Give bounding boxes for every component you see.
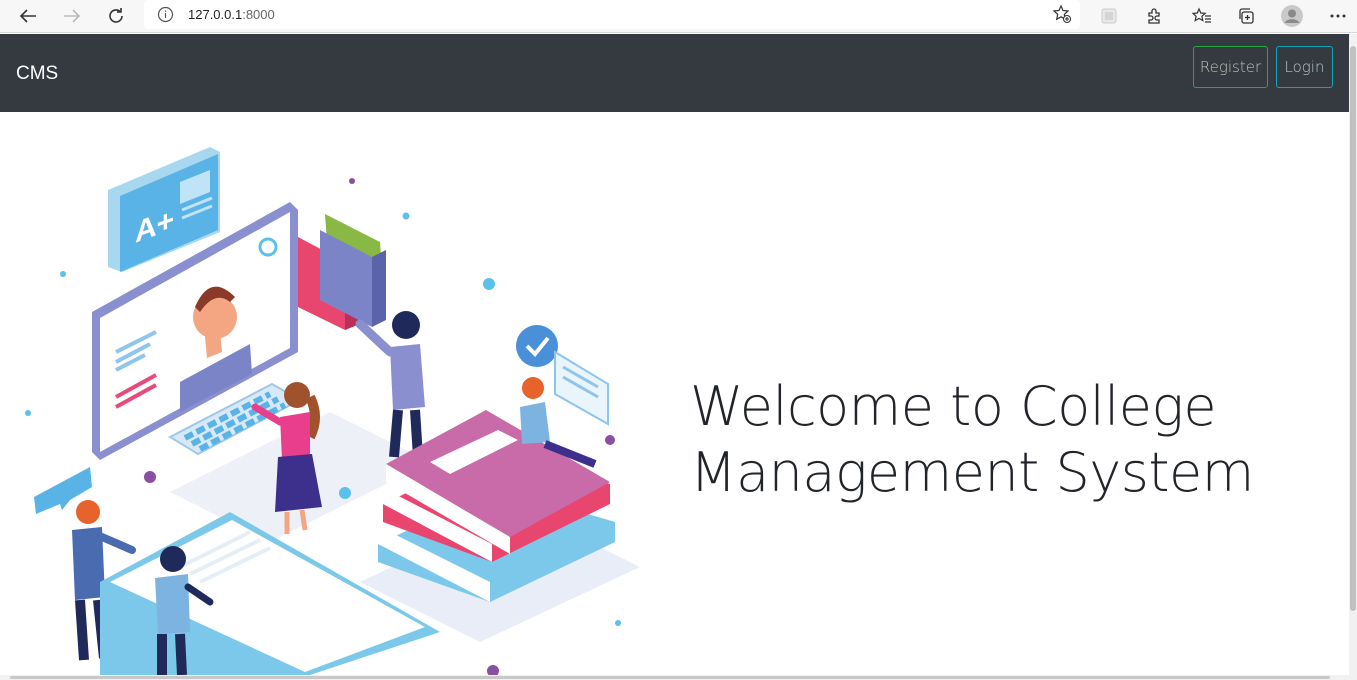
hscrollbar-thumb[interactable] [10,676,1330,679]
horizontal-scrollbar[interactable] [0,675,1349,680]
url-host: 127.0.0.1 [188,7,243,22]
extension-placeholder-icon[interactable] [1097,4,1121,28]
welcome-heading: Welcome to College Management System [690,374,1330,506]
login-button[interactable]: Login [1276,46,1333,88]
url-text: 127.0.0.1:8000 [188,7,275,22]
favorites-icon[interactable] [1190,4,1214,28]
person-sitting-girl [516,325,609,468]
welcome-line-1: Welcome to College [690,375,1217,438]
welcome-line-2: Management System [690,441,1254,504]
scrollbar-thumb[interactable] [1350,46,1356,611]
more-options-icon[interactable] [1326,4,1350,28]
brand-logo[interactable]: CMS [16,63,58,85]
forward-icon[interactable] [59,4,85,28]
url-port: :8000 [242,7,275,22]
back-icon[interactable] [15,4,41,28]
standing-books [298,214,386,330]
register-button[interactable]: Register [1193,46,1268,88]
reload-icon[interactable] [103,4,129,28]
collections-icon[interactable] [1234,4,1258,28]
address-bar[interactable]: 127.0.0.1:8000 [144,0,1080,29]
vertical-scrollbar[interactable] [1349,34,1357,680]
hero-illustration: A+ [25,147,640,675]
extensions-icon[interactable] [1142,4,1166,28]
info-icon[interactable] [157,6,174,23]
browser-toolbar: 127.0.0.1:8000 [0,0,1357,33]
add-favorite-icon[interactable] [1052,4,1072,29]
site-navbar: CMS Register Login [0,34,1349,112]
profile-avatar-icon[interactable] [1280,4,1304,28]
